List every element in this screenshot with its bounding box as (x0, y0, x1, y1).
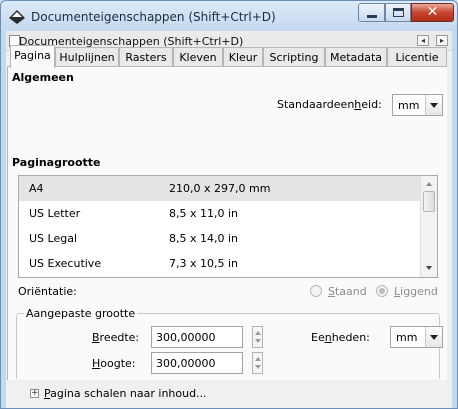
page-size-heading: Paginagrootte (12, 156, 101, 169)
page-size-list[interactable]: A4 210,0 x 297,0 mm US Letter 8,5 x 11,0… (18, 175, 438, 278)
tab-kleven[interactable]: Kleven (173, 47, 223, 67)
height-input[interactable]: 300,00000 (151, 352, 243, 374)
width-stepper[interactable] (252, 326, 263, 348)
dropdown-arrow (425, 95, 442, 115)
list-item[interactable]: A4 210,0 x 297,0 mm (19, 176, 421, 201)
chevron-down-icon (430, 103, 438, 108)
increment-icon[interactable] (255, 331, 261, 335)
tab-scripting[interactable]: Scripting (263, 47, 325, 67)
units-dropdown[interactable]: mm (390, 326, 443, 348)
document-properties-window: Documenteigenschappen (Shift+Ctrl+D) ✕ D… (0, 0, 458, 409)
landscape-radio[interactable] (376, 285, 388, 297)
tab-bar: Pagina Hulplijnen Rasters Kleven Kleur S… (7, 45, 447, 68)
width-input[interactable]: 300,00000 (151, 326, 243, 348)
expand-plus-icon[interactable]: + (30, 389, 39, 398)
inkscape-app-icon (9, 10, 25, 24)
pagina-panel: Algemeen Standaardeenheid: mm Paginagroo… (7, 66, 447, 400)
decrement-icon[interactable] (255, 365, 261, 369)
custom-size-frame-label: Aangepaste grootte (24, 307, 138, 320)
dropdown-arrow (425, 327, 442, 347)
landscape-label[interactable]: Liggend (394, 285, 438, 298)
units-label: Eenheden: (311, 331, 370, 344)
tab-metadata[interactable]: Metadata (325, 47, 387, 67)
width-label: Breedte: (92, 331, 140, 344)
tab-pagina[interactable]: Pagina (10, 45, 55, 68)
minimize-button[interactable] (358, 3, 385, 22)
maximize-button[interactable] (385, 3, 411, 22)
tab-rasters[interactable]: Rasters (119, 47, 173, 67)
portrait-radio[interactable] (310, 285, 322, 297)
default-unit-label: Standaardeenheid: (277, 98, 382, 111)
scroll-down-icon[interactable] (426, 266, 432, 270)
list-scrollbar[interactable] (420, 176, 437, 277)
decrement-icon[interactable] (255, 339, 261, 343)
portrait-label[interactable]: Staand (328, 285, 367, 298)
increment-icon[interactable] (255, 357, 261, 361)
height-stepper[interactable] (252, 352, 263, 374)
height-label: Hoogte: (92, 357, 136, 370)
tab-hulplijnen[interactable]: Hulplijnen (55, 47, 119, 67)
list-item[interactable]: US Letter 8,5 x 11,0 in (19, 201, 421, 226)
orientation-label: Oriëntatie: (18, 285, 77, 298)
maximize-icon (393, 8, 404, 17)
scroll-thumb[interactable] (423, 191, 435, 212)
close-button[interactable]: ✕ (411, 3, 454, 22)
list-item[interactable]: US Executive 7,3 x 10,5 in (19, 251, 421, 276)
tab-licentie[interactable]: Licentie (387, 47, 447, 67)
scale-to-content-expander-label[interactable]: Pagina schalen naar inhoud... (44, 387, 207, 400)
general-heading: Algemeen (12, 71, 74, 84)
close-icon: ✕ (426, 4, 439, 20)
chevron-down-icon (430, 335, 438, 340)
default-unit-dropdown[interactable]: mm (392, 94, 443, 116)
scroll-up-icon[interactable] (426, 182, 432, 186)
title-bar[interactable]: Documenteigenschappen (Shift+Ctrl+D) ✕ (1, 1, 457, 31)
tab-kleur[interactable]: Kleur (223, 47, 263, 67)
minimize-icon (367, 15, 377, 18)
window-title: Documenteigenschappen (Shift+Ctrl+D) (31, 10, 276, 24)
list-item[interactable]: US Legal 8,5 x 14,0 in (19, 226, 421, 251)
